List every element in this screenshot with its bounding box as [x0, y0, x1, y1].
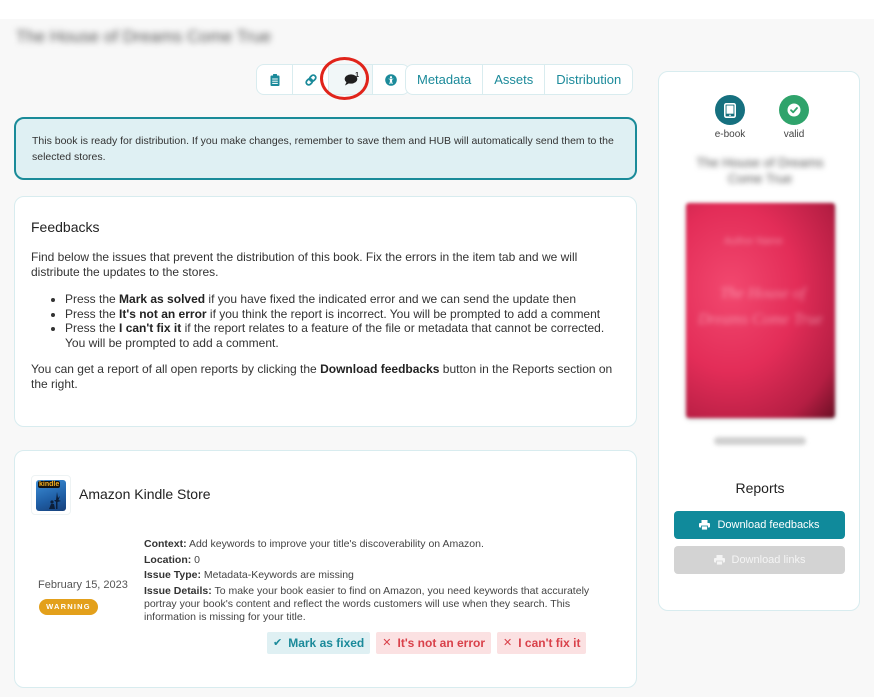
- cant-fix-button[interactable]: ✕ I can't fix it: [497, 632, 587, 654]
- feedback-count-badge: 1: [355, 72, 359, 79]
- instruction-text: Press the: [65, 306, 120, 321]
- book-cover-image: Author Name The House of Dreams Come Tru…: [686, 203, 835, 418]
- download-feedbacks-button[interactable]: Download feedbacks: [674, 511, 845, 539]
- feedback-actions: ✔ Mark as fixed ✕ It's not an error ✕ I …: [267, 632, 587, 654]
- download-feedbacks-label: Download feedbacks: [717, 519, 820, 531]
- cant-fix-label: I can't fix it: [518, 636, 581, 650]
- cover-title-line: The House of: [720, 285, 806, 302]
- mark-as-fixed-button[interactable]: ✔ Mark as fixed: [267, 632, 371, 654]
- top-strip: [0, 0, 874, 19]
- download-links-button[interactable]: Download links: [674, 546, 845, 574]
- cover-title-line: Dreams Come True: [698, 311, 823, 328]
- instruction-button-name: It's not an error: [119, 306, 207, 321]
- instruction-text: Press the: [65, 292, 120, 306]
- kindle-logo-label: kindle: [38, 480, 61, 488]
- severity-badge: WARNING: [39, 599, 98, 615]
- tab-metadata[interactable]: Metadata: [406, 65, 484, 94]
- instruction-button-name: I can't fix it: [119, 321, 182, 335]
- tab-accessibility[interactable]: [373, 65, 409, 94]
- instruction-text: Press the: [65, 321, 120, 335]
- not-an-error-button[interactable]: ✕ It's not an error: [376, 632, 492, 654]
- section-tab-group: Metadata Assets Distribution: [405, 64, 634, 95]
- accessibility-icon: [385, 73, 397, 86]
- mark-as-fixed-label: Mark as fixed: [288, 636, 365, 650]
- reader-under-tree-icon: [49, 491, 61, 509]
- tab-distribution[interactable]: Distribution: [545, 65, 632, 94]
- not-an-error-label: It's not an error: [397, 636, 486, 650]
- feedbacks-outro: You can get a report of all open reports…: [31, 362, 620, 392]
- tab-details[interactable]: [257, 65, 293, 94]
- clipboard-icon: [270, 73, 279, 86]
- instruction-button-name: Mark as solved: [119, 292, 206, 306]
- outro-button-name: Download feedbacks: [320, 362, 440, 376]
- download-links-label: Download links: [731, 554, 806, 566]
- book-title: The House of Dreams Come True: [696, 155, 824, 186]
- book-status-badges: e-book valid: [714, 95, 810, 140]
- printer-icon: [713, 555, 725, 565]
- feedbacks-intro: Find below the issues that prevent the d…: [31, 250, 578, 279]
- cover-caption: [714, 437, 806, 445]
- link-icon: [304, 73, 317, 86]
- location-label: Location:: [144, 553, 192, 566]
- location-value: 0: [194, 553, 201, 566]
- feedbacks-heading: Feedbacks: [31, 219, 100, 235]
- x-icon: ✕: [503, 637, 513, 649]
- feedbacks-instructions: Press the Mark as solved if you have fix…: [65, 292, 620, 350]
- page-title: The House of Dreams Come True: [16, 27, 272, 46]
- tablet-icon: [715, 95, 745, 125]
- check-icon: ✔: [273, 637, 283, 649]
- reports-heading: Reports: [735, 480, 785, 496]
- format-label: e-book: [714, 129, 746, 140]
- icon-tab-group: 1: [256, 64, 410, 95]
- instruction-text: if you have fixed the indicated error an…: [205, 292, 576, 306]
- book-summary-panel: e-book valid The House of Dreams Come Tr…: [658, 71, 860, 611]
- valid-check-icon: [779, 95, 809, 125]
- issue-type-label: Issue Type:: [144, 569, 201, 581]
- issue-context-row: Context: Add keywords to improve your ti…: [144, 537, 624, 553]
- kindle-logo-icon: kindle: [36, 479, 66, 511]
- x-icon: ✕: [382, 637, 392, 649]
- outro-text: You can get a report of all open reports…: [31, 362, 321, 376]
- issue-details-row: Issue Details: To make your book easier …: [144, 585, 624, 624]
- issue-type-row: Issue Type: Metadata-Keywords are missin…: [144, 568, 624, 584]
- tab-feedbacks[interactable]: 1: [329, 65, 373, 94]
- instruction-mark-solved: Press the Mark as solved if you have fix…: [65, 292, 620, 307]
- distribution-ready-banner: This book is ready for distribution. If …: [14, 117, 637, 180]
- tab-links[interactable]: [293, 65, 329, 94]
- issue-details-label: Issue Details:: [144, 584, 212, 597]
- validity-label: valid: [783, 129, 805, 140]
- format-status: e-book: [714, 95, 746, 140]
- printer-icon: [699, 520, 711, 530]
- issue-details: Context: Add keywords to improve your ti…: [144, 537, 624, 624]
- store-name: Amazon Kindle Store: [79, 486, 211, 502]
- validity-status: valid: [778, 95, 810, 140]
- tab-assets[interactable]: Assets: [483, 65, 546, 94]
- feedbacks-card: Feedbacks Find below the issues that pre…: [14, 196, 637, 427]
- instruction-text: if you think the report is incorrect. Yo…: [206, 306, 601, 321]
- store-feedback-card: kindle Amazon Kindle Store February 15, …: [14, 450, 637, 688]
- context-label: Context:: [144, 538, 187, 550]
- instruction-not-error: Press the It's not an error if you think…: [65, 307, 620, 322]
- issue-date: February 15, 2023: [38, 579, 128, 591]
- issue-type-value: Metadata-Keywords are missing: [203, 569, 354, 581]
- issue-location-row: Location: 0: [144, 553, 624, 569]
- store-logo: kindle: [31, 475, 71, 515]
- context-value: Add keywords to improve your title's dis…: [188, 538, 484, 550]
- cover-author: Author Name: [724, 236, 783, 247]
- instruction-cant-fix: Press the I can't fix it if the report r…: [65, 321, 620, 350]
